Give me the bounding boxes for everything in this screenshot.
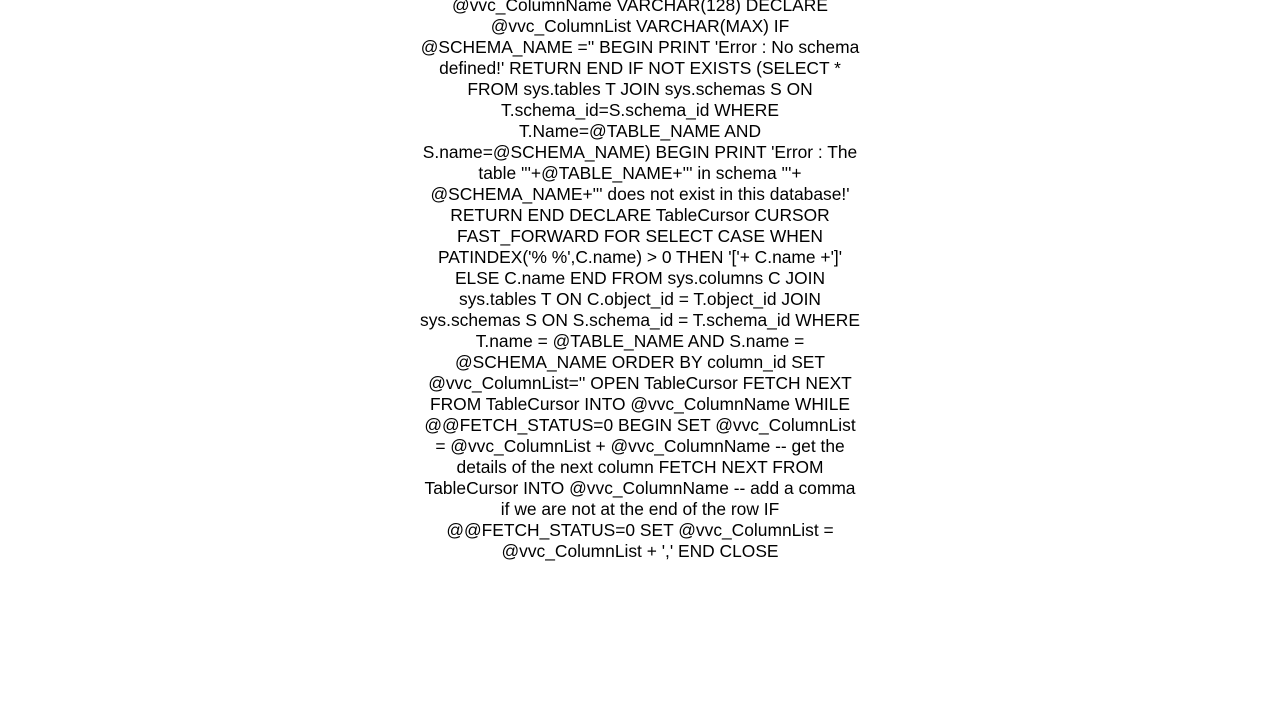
- sql-code-text: @vvc_ColumnName VARCHAR(128) DECLARE @vv…: [420, 0, 860, 562]
- page-container: @vvc_ColumnName VARCHAR(128) DECLARE @vv…: [0, 0, 1280, 720]
